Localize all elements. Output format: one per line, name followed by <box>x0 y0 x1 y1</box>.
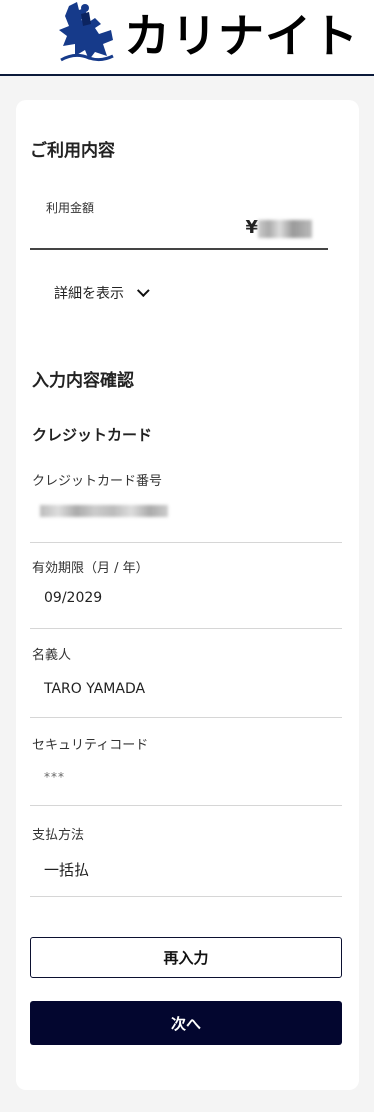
payment-method-value: 一括払 <box>44 861 90 879</box>
card-number-label: クレジットカード番号 <box>32 474 163 489</box>
show-details-label: 詳細を表示 <box>54 286 124 302</box>
expiry-label: 有効期限（月 / 年） <box>32 561 149 576</box>
expiry-value: 09/2029 <box>44 590 103 606</box>
usage-title: ご利用内容 <box>30 141 115 161</box>
confirm-title: 入力内容確認 <box>32 371 134 391</box>
divider <box>30 542 342 543</box>
brand-name: カリナイト <box>124 9 359 63</box>
cardholder-value: TARO YAMADA <box>44 681 146 697</box>
divider <box>30 628 342 629</box>
payment-method-label: 支払方法 <box>32 828 85 843</box>
reenter-button[interactable]: 再入力 <box>30 937 342 978</box>
chevron-down-icon <box>136 284 150 298</box>
knight-logo-icon <box>59 2 114 62</box>
usage-card: ご利用内容 利用金額 ¥ 詳細を表示 入力内容確認 クレジットカード クレジット… <box>16 100 359 1090</box>
amount-value-masked <box>258 220 312 238</box>
show-details-toggle[interactable]: 詳細を表示 <box>54 283 150 303</box>
cardholder-label: 名義人 <box>32 648 72 663</box>
divider <box>30 896 342 897</box>
amount-field: ¥ <box>30 212 328 250</box>
divider <box>30 717 342 718</box>
app-header: カリナイト <box>0 0 374 76</box>
currency-symbol: ¥ <box>245 217 258 238</box>
divider <box>30 805 342 806</box>
card-number-masked <box>40 505 168 517</box>
security-code-value: *** <box>44 770 65 784</box>
credit-card-section-title: クレジットカード <box>32 426 153 444</box>
security-code-label: セキュリティコード <box>32 738 149 753</box>
next-button[interactable]: 次へ <box>30 1001 342 1045</box>
